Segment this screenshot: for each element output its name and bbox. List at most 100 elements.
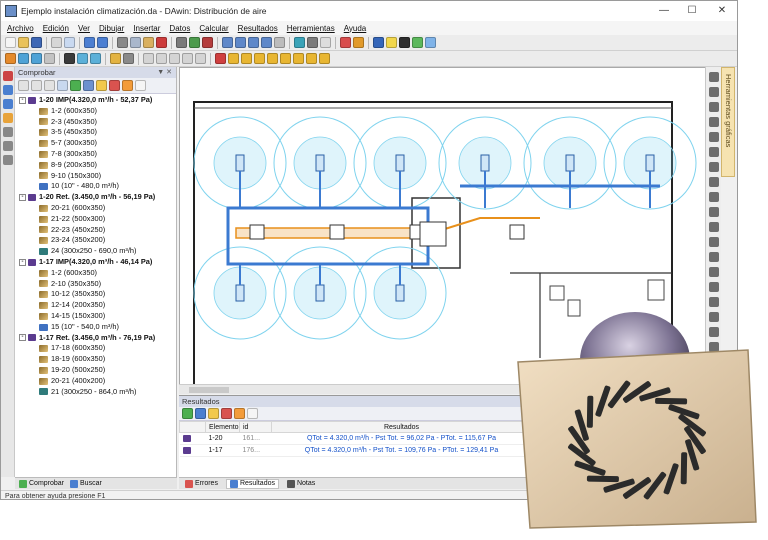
duct-icon[interactable] [5, 53, 16, 64]
results-select-icon[interactable] [234, 408, 245, 419]
tab-comprobar[interactable]: Comprobar [19, 479, 64, 488]
tree-node-system[interactable]: - 1-20 IMP(4.320,0 m³/h - 52,37 Pa) [15, 95, 176, 106]
tree-node-element[interactable]: 21 (300x250 - 864,0 m³/h) [15, 387, 176, 398]
pencil-icon[interactable] [340, 37, 351, 48]
col-elemento[interactable]: Elemento [205, 421, 240, 433]
menu-herramientas[interactable]: Herramientas [287, 24, 335, 33]
strip-icon-5[interactable] [3, 127, 13, 137]
graphic-tool-7[interactable] [709, 162, 719, 172]
tree-node-element[interactable]: 18-19 (600x350) [15, 354, 176, 365]
graphic-tool-13[interactable] [709, 252, 719, 262]
graphic-tool-8[interactable] [709, 177, 719, 187]
preview-icon[interactable] [64, 37, 75, 48]
collapse-toggle-icon[interactable]: - [19, 258, 26, 266]
tree-node-element[interactable]: 21-22 (500x300) [15, 214, 176, 225]
graphic-tool-1[interactable] [709, 72, 719, 82]
calc-res-icon[interactable] [306, 53, 317, 64]
line-icon[interactable] [143, 53, 154, 64]
calc-net-icon[interactable] [280, 53, 291, 64]
tree-node-element[interactable]: 7-8 (300x350) [15, 149, 176, 160]
search-icon[interactable] [135, 80, 146, 91]
grid-icon[interactable] [307, 37, 318, 48]
list-icon[interactable] [386, 37, 397, 48]
duct-round-icon[interactable] [18, 53, 29, 64]
fan-icon[interactable] [123, 53, 134, 64]
graphic-tool-5[interactable] [709, 132, 719, 142]
graphic-tool-10[interactable] [709, 207, 719, 217]
calc-all-icon[interactable] [267, 53, 278, 64]
tee-icon[interactable] [44, 53, 55, 64]
strip-icon-7[interactable] [3, 155, 13, 165]
tree-node-element[interactable]: 20-21 (600x350) [15, 203, 176, 214]
strip-icon-4[interactable] [3, 113, 13, 123]
graphic-tool-4[interactable] [709, 117, 719, 127]
calc-ret-icon[interactable] [241, 53, 252, 64]
tree-node-element[interactable]: 1-2 (600x350) [15, 268, 176, 279]
menu-resultados[interactable]: Resultados [238, 24, 278, 33]
tree-node-element[interactable]: 10-12 (350x350) [15, 289, 176, 300]
tree-node-element[interactable]: 3-5 (450x350) [15, 127, 176, 138]
maximize-button[interactable]: ☐ [677, 1, 707, 21]
clear-icon[interactable] [109, 80, 120, 91]
diffuser-icon[interactable] [77, 53, 88, 64]
panel-pin-icon[interactable]: ▼ ✕ [157, 67, 172, 78]
text-icon[interactable] [64, 53, 75, 64]
menu-dibujar[interactable]: Dibujar [99, 24, 124, 33]
collapse-all-icon[interactable] [31, 80, 42, 91]
table-row[interactable]: 1-20 161... QTot = 4.320,0 m³/h - Pst To… [179, 432, 529, 445]
tab-notas[interactable]: Notas [286, 479, 315, 488]
select-icon[interactable] [122, 80, 133, 91]
table-icon[interactable] [412, 37, 423, 48]
delete-icon[interactable] [156, 37, 167, 48]
graphic-tool-6[interactable] [709, 147, 719, 157]
strip-icon-3[interactable] [3, 99, 13, 109]
tree-node-element[interactable]: 24 (300x250 - 690,0 m³/h) [15, 246, 176, 257]
menu-edicion[interactable]: Edición [43, 24, 69, 33]
undo-icon[interactable] [84, 37, 95, 48]
open-icon[interactable] [18, 37, 29, 48]
collapse-toggle-icon[interactable]: - [19, 334, 26, 342]
tree-node-element[interactable]: 1-2 (600x350) [15, 106, 176, 117]
arc-icon[interactable] [182, 53, 193, 64]
tree-node-element[interactable]: 12-14 (200x350) [15, 300, 176, 311]
info-icon[interactable] [373, 37, 384, 48]
pan-icon[interactable] [274, 37, 285, 48]
strip-icon-1[interactable] [3, 71, 13, 81]
tree-node-element[interactable]: 17-18 (600x350) [15, 343, 176, 354]
layers-icon[interactable] [294, 37, 305, 48]
results-copy-icon[interactable] [195, 408, 206, 419]
col-resultados[interactable]: Resultados [271, 421, 529, 433]
collapse-toggle-icon[interactable]: - [19, 194, 26, 202]
copy-icon[interactable] [130, 37, 141, 48]
cut-icon[interactable] [117, 37, 128, 48]
tree-node-element[interactable]: 2-10 (350x350) [15, 279, 176, 290]
calc-ext-icon[interactable] [254, 53, 265, 64]
tree-node-element[interactable]: 22-23 (450x250) [15, 225, 176, 236]
tree-node-element[interactable]: 20-21 (400x200) [15, 376, 176, 387]
menu-archivo[interactable]: Archivo [7, 24, 34, 33]
menu-calcular[interactable]: Calcular [199, 24, 228, 33]
graphic-tool-14[interactable] [709, 267, 719, 277]
graphic-tool-3[interactable] [709, 102, 719, 112]
horizontal-scrollbar[interactable] [179, 384, 524, 394]
expand-all-icon[interactable] [18, 80, 29, 91]
calc-icon[interactable] [202, 37, 213, 48]
graphic-tool-15[interactable] [709, 282, 719, 292]
tree-node-element[interactable]: 19-20 (500x250) [15, 365, 176, 376]
stop-icon[interactable] [215, 53, 226, 64]
strip-icon-2[interactable] [3, 85, 13, 95]
tab-buscar[interactable]: Buscar [70, 479, 102, 488]
calc-imp-icon[interactable] [228, 53, 239, 64]
zoom-out-icon[interactable] [248, 37, 259, 48]
minimize-button[interactable]: — [649, 1, 679, 21]
marker-icon[interactable] [353, 37, 364, 48]
tree-node-element[interactable]: 23-24 (350x200) [15, 235, 176, 246]
damper-icon[interactable] [110, 53, 121, 64]
tree-node-element[interactable]: 15 (10" - 540,0 m³/h) [15, 322, 176, 333]
report-icon[interactable] [399, 37, 410, 48]
elbow-icon[interactable] [31, 53, 42, 64]
circle-icon[interactable] [169, 53, 180, 64]
filter-icon[interactable] [57, 80, 68, 91]
menu-insertar[interactable]: Insertar [133, 24, 160, 33]
scroll-thumb[interactable] [189, 387, 229, 393]
